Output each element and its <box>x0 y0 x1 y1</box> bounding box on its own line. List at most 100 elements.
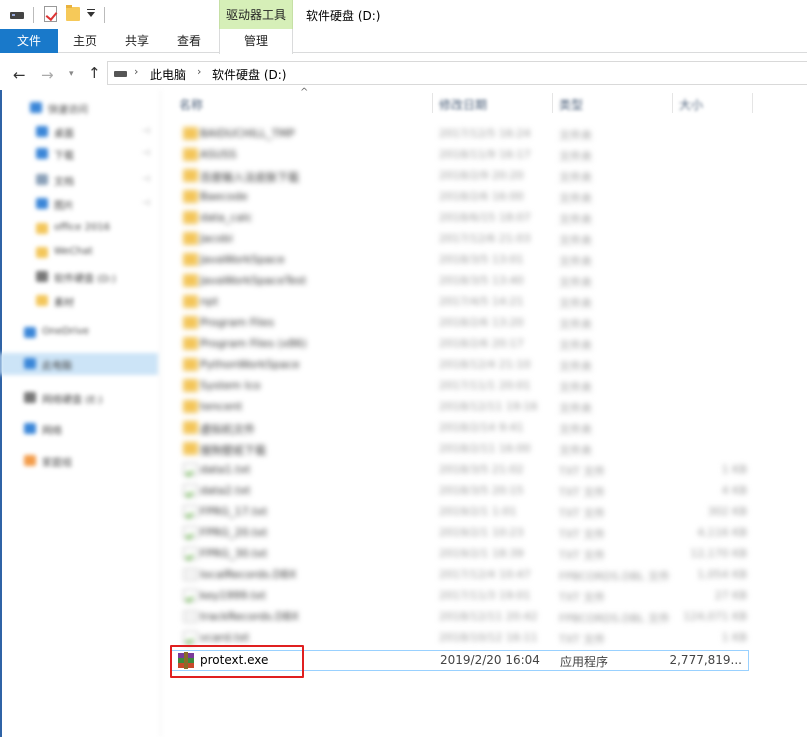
nav-item[interactable]: 图片 ⊣ <box>0 193 158 215</box>
file-row[interactable]: ASUSS 2018/11/9 16:17 文件夹 <box>171 145 757 166</box>
file-date: 2018/2/6 13:20 <box>439 316 524 329</box>
column-divider[interactable] <box>552 93 553 113</box>
drive-icon[interactable] <box>10 12 24 19</box>
up-arrow-icon[interactable]: ↑ <box>88 64 101 82</box>
pin-icon[interactable]: ⊣ <box>141 198 150 209</box>
file-row[interactable]: data2.txt 2018/3/5 20:15 TXT 文件 4 KB <box>171 481 757 502</box>
file-row[interactable]: System Ico 2017/11/1 20:01 文件夹 <box>171 376 757 397</box>
customize-toolbar-icon[interactable] <box>87 9 95 17</box>
address-row: ← → ▾ ↑ › 此电脑 › 软件硬盘 (D:) <box>0 58 807 90</box>
nav-item[interactable]: 下载 ⊣ <box>0 143 158 165</box>
file-type: 文件夹 <box>559 381 592 394</box>
new-folder-icon[interactable] <box>66 5 80 21</box>
column-divider[interactable] <box>672 93 673 113</box>
file-row[interactable]: trackRecords.DBX 2018/12/11 20:42 FPBCORDS… <box>171 607 757 628</box>
file-row[interactable]: 虚拟机文件 2018/2/14 9:41 文件夹 <box>171 418 757 439</box>
file-date: 2018/12/4 21:10 <box>439 358 531 371</box>
address-bar[interactable]: › 此电脑 › 软件硬盘 (D:) <box>107 61 807 85</box>
tab-home[interactable]: 主页 <box>64 29 106 53</box>
chevron-right-icon[interactable]: › <box>134 65 138 78</box>
tab-view[interactable]: 查看 <box>168 29 210 53</box>
nav-item-label: 下载 <box>54 151 74 162</box>
file-row[interactable]: Program Files (x86) 2018/2/6 20:17 文件夹 <box>171 334 757 355</box>
file-row[interactable]: 百度输入法皮肤下载 2018/2/9 20:20 文件夹 <box>171 166 757 187</box>
file-row[interactable]: FPRG_20.txt 2019/2/1 10:23 TXT 文件 4,116 KB <box>171 523 757 544</box>
file-row[interactable]: key1999.txt 2017/11/3 19:01 TXT 文件 27 KB <box>171 586 757 607</box>
column-divider[interactable] <box>432 93 433 113</box>
nav-item[interactable]: 软件硬盘 (D:) <box>0 266 158 288</box>
file-row[interactable]: tencent 2018/12/11 19:16 文件夹 <box>171 397 757 418</box>
picture-icon <box>36 198 48 209</box>
window-title: 软件硬盘 (D:) <box>306 9 381 23</box>
column-header-size[interactable]: 大小 <box>679 96 703 113</box>
nav-item[interactable]: 快速访问 <box>0 97 158 119</box>
nav-item[interactable]: 网络硬盘 (E:) <box>0 387 158 409</box>
breadcrumb-this-pc[interactable]: 此电脑 <box>150 66 186 83</box>
file-date: 2019/2/1 1:01 <box>439 505 517 518</box>
file-row-selected[interactable]: protext.exe 2019/2/20 16:04 应用程序 2,777,8… <box>171 650 749 671</box>
file-type: 文件夹 <box>559 423 592 436</box>
file-row[interactable]: JavaWorkSpaceTest 2018/3/5 13:40 文件夹 <box>171 271 757 292</box>
file-row[interactable]: data1.txt 2018/3/5 21:02 TXT 文件 1 KB <box>171 460 757 481</box>
chevron-right-icon[interactable]: › <box>197 65 201 78</box>
file-type: 文件夹 <box>559 213 592 226</box>
file-name: data_calc <box>200 211 253 224</box>
file-row[interactable]: Baecode 2018/2/6 16:00 文件夹 <box>171 187 757 208</box>
file-row[interactable]: Program Files 2018/2/6 13:20 文件夹 <box>171 313 757 334</box>
nav-item[interactable]: office 2016 <box>0 218 158 240</box>
file-row[interactable]: FPRG_17.txt 2019/2/1 1:01 TXT 文件 302 KB <box>171 502 757 523</box>
nav-item[interactable]: 素材 <box>0 290 158 312</box>
forward-arrow-icon[interactable]: → <box>41 66 54 84</box>
pin-icon[interactable]: ⊣ <box>141 126 150 137</box>
text-file-icon <box>183 484 198 497</box>
nav-item-label: 快速访问 <box>48 105 88 116</box>
file-row[interactable]: Jacobi 2017/12/6 21:03 文件夹 <box>171 229 757 250</box>
tab-manage[interactable]: 管理 <box>219 29 293 54</box>
file-row[interactable]: BAIDUCHILL_TMP 2017/12/5 16:24 文件夹 <box>171 124 757 145</box>
file-name: ASUSS <box>200 148 237 161</box>
recent-locations-icon[interactable]: ▾ <box>69 69 74 79</box>
file-name: Jacobi <box>200 232 233 245</box>
pin-icon[interactable]: ⊣ <box>141 148 150 159</box>
file-row[interactable]: PythonWorkSpace 2018/12/4 21:10 文件夹 <box>171 355 757 376</box>
pin-icon[interactable]: ⊣ <box>141 174 150 185</box>
file-type: 文件夹 <box>559 129 592 142</box>
folder-icon <box>183 211 198 224</box>
nav-item-label: WeChat <box>54 246 93 257</box>
nav-item[interactable]: 家庭组 <box>0 450 158 472</box>
nav-item[interactable]: WeChat <box>0 242 158 264</box>
file-name: FPRG_30.txt <box>200 547 268 560</box>
back-arrow-icon[interactable]: ← <box>13 66 26 84</box>
column-header-type[interactable]: 类型 <box>559 96 583 113</box>
nav-item[interactable]: OneDrive <box>0 322 158 344</box>
nav-item[interactable]: 此电脑 <box>0 353 158 375</box>
nav-item[interactable]: 文档 ⊣ <box>0 169 158 191</box>
file-name: protext.exe <box>200 653 269 667</box>
file-row[interactable]: FPRG_30.txt 2019/2/1 18:39 TXT 文件 12,170 KB <box>171 544 757 565</box>
folder-icon <box>183 274 198 287</box>
folder-icon <box>183 316 198 329</box>
cloud-icon <box>24 327 36 338</box>
file-row[interactable]: JavaWorkSpace 2018/3/5 13:01 文件夹 <box>171 250 757 271</box>
drive-tools-context-label: 驱动器工具 <box>219 0 293 29</box>
drive-icon <box>24 392 36 403</box>
tab-share[interactable]: 共享 <box>116 29 158 53</box>
column-header-date[interactable]: 修改日期 <box>439 96 487 113</box>
file-row[interactable]: data_calc 2018/6/15 18:07 文件夹 <box>171 208 757 229</box>
nav-item[interactable]: 网络 <box>0 418 158 440</box>
file-type: 文件夹 <box>559 192 592 205</box>
folder-icon <box>183 400 198 413</box>
file-row[interactable]: localRecords.DBX 2017/12/4 10:47 FPBCORDS.… <box>171 565 757 586</box>
tab-file[interactable]: 文件 <box>0 29 58 53</box>
file-row[interactable]: 搜狗壁纸下载 2018/2/11 16:00 文件夹 <box>171 439 757 460</box>
nav-item[interactable]: 桌面 ⊣ <box>0 121 158 143</box>
properties-icon[interactable] <box>44 6 57 22</box>
file-row[interactable]: vcard.txt 2018/10/12 16:11 TXT 文件 1 KB <box>171 628 757 649</box>
file-name: 搜狗壁纸下载 <box>200 444 266 457</box>
column-divider[interactable] <box>752 93 753 113</box>
breadcrumb-drive-d[interactable]: 软件硬盘 (D:) <box>212 66 286 83</box>
file-type: 文件夹 <box>559 171 592 184</box>
sort-ascending-icon: ^ <box>300 87 309 98</box>
column-header-name[interactable]: 名称 <box>179 96 203 113</box>
file-row[interactable]: npt 2017/4/5 14:21 文件夹 <box>171 292 757 313</box>
